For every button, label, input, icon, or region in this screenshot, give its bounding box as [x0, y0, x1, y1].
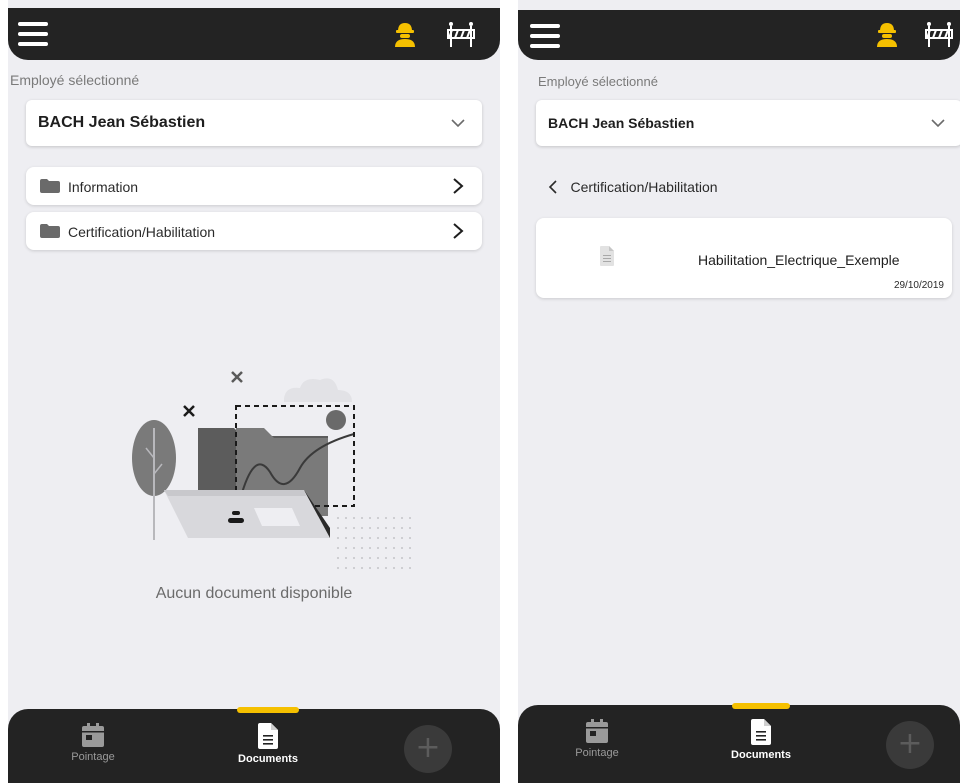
- folder-row-certification[interactable]: Certification/Habilitation: [26, 212, 482, 250]
- folder-label-information: Information: [68, 179, 139, 195]
- empty-state-message: Aucun document disponible: [155, 585, 353, 602]
- folder-label-certification: Certification/Habilitation: [68, 224, 216, 240]
- road-barrier-icon[interactable]: [446, 20, 476, 48]
- plus-icon: +: [897, 726, 923, 761]
- file-icon: [600, 246, 614, 266]
- chevron-down-icon: [931, 119, 945, 128]
- chevron-down-icon: [451, 119, 465, 128]
- nav-item-pointage[interactable]: Pointage: [48, 723, 138, 763]
- employee-select-value: BACH Jean Sébastien: [548, 115, 695, 131]
- road-barrier-icon[interactable]: [924, 20, 954, 48]
- nav-label-documents: Documents: [238, 753, 298, 765]
- active-tab-indicator: [732, 703, 790, 709]
- employee-label: Employé sélectionné: [10, 72, 140, 88]
- document-date: 29/10/2019: [893, 280, 944, 291]
- chevron-right-icon: [453, 178, 464, 194]
- top-app-bar: [8, 8, 500, 60]
- bottom-navigation: Pointage Documents +: [518, 703, 960, 783]
- worker-helmet-icon[interactable]: [392, 20, 418, 48]
- empty-documents-illustration: [132, 371, 411, 569]
- add-button[interactable]: +: [404, 725, 452, 773]
- worker-helmet-icon[interactable]: [874, 20, 900, 48]
- breadcrumb-back[interactable]: Certification/Habilitation: [548, 178, 718, 196]
- folder-icon: [40, 224, 60, 238]
- document-icon: [258, 723, 278, 749]
- chevron-left-icon: [548, 180, 557, 194]
- documents-folder-screen-root: Employé sélectionné BACH Jean Sébastien …: [518, 0, 960, 783]
- nav-label-documents: Documents: [731, 749, 791, 761]
- add-button[interactable]: +: [886, 721, 934, 769]
- document-card[interactable]: Habilitation_Electrique_Exemple 29/10/20…: [536, 218, 952, 298]
- hamburger-menu-icon[interactable]: [18, 22, 48, 46]
- folder-icon: [40, 179, 60, 193]
- employee-select-value: BACH Jean Sébastien: [38, 114, 206, 131]
- nav-item-pointage[interactable]: Pointage: [552, 719, 642, 759]
- employee-select[interactable]: BACH Jean Sébastien: [536, 100, 960, 146]
- breadcrumb-label: Certification/Habilitation: [570, 178, 718, 195]
- calendar-icon: [586, 719, 608, 743]
- document-icon: [751, 719, 771, 745]
- nav-item-documents[interactable]: Documents: [223, 723, 313, 765]
- employee-select[interactable]: BACH Jean Sébastien: [26, 100, 482, 146]
- active-tab-indicator: [237, 707, 299, 713]
- top-app-bar: [518, 10, 960, 60]
- hamburger-menu-icon[interactable]: [530, 24, 560, 48]
- nav-item-documents[interactable]: Documents: [716, 719, 806, 761]
- nav-label-pointage: Pointage: [71, 751, 115, 763]
- employee-label: Employé sélectionné: [538, 74, 658, 89]
- folder-row-information[interactable]: Information: [26, 167, 482, 205]
- documents-screen-root: Employé sélectionné BACH Jean Sébastien …: [8, 0, 500, 783]
- nav-label-pointage: Pointage: [575, 747, 619, 759]
- plus-icon: +: [415, 730, 441, 765]
- bottom-navigation: Pointage Documents +: [8, 707, 500, 783]
- chevron-right-icon: [453, 223, 464, 239]
- document-name: Habilitation_Electrique_Exemple: [698, 252, 900, 268]
- calendar-icon: [82, 723, 104, 747]
